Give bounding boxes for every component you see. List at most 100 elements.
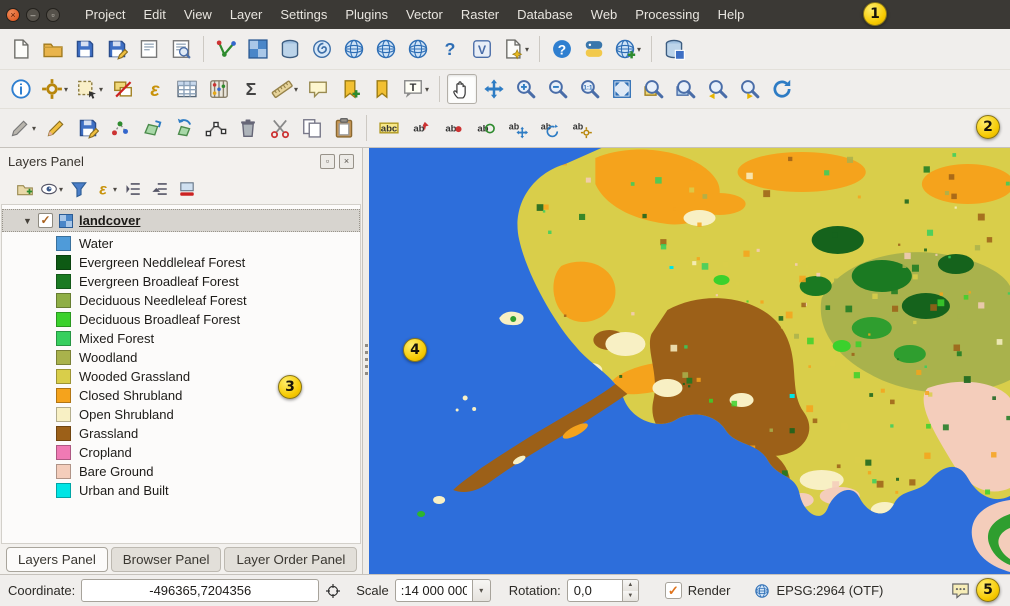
menu-vector[interactable]: Vector [397,0,452,29]
identify-features-button[interactable] [6,74,36,104]
dropdown-arrow-icon[interactable]: ▾ [294,85,298,94]
metasearch-button[interactable]: ▾ [611,34,644,64]
move-feature-button[interactable] [137,113,167,143]
add-vector-layer-button[interactable] [211,34,241,64]
pin-unpin-labels-button[interactable] [406,113,436,143]
new-print-composer-button[interactable] [134,34,164,64]
open-attribute-table-button[interactable] [172,74,202,104]
legend-item[interactable]: Woodland [2,348,360,367]
collapse-all-button[interactable] [147,177,172,202]
filter-by-expression-button[interactable]: ▾ [93,177,118,202]
delete-selected-button[interactable] [233,113,263,143]
menu-web[interactable]: Web [582,0,627,29]
zoom-full-button[interactable] [607,74,637,104]
legend-item[interactable]: Closed Shrubland [2,386,360,405]
layer-checkbox[interactable]: ✓ [38,213,53,228]
mouse-position-toggle-button[interactable] [322,580,344,602]
menu-database[interactable]: Database [508,0,582,29]
rotation-up-button[interactable]: ▲ [623,580,638,591]
menu-raster[interactable]: Raster [452,0,508,29]
menu-plugins[interactable]: Plugins [336,0,397,29]
help-contents-button[interactable] [547,34,577,64]
dropdown-arrow-icon[interactable]: ▾ [32,124,36,133]
scale-dropdown-button[interactable]: ▾ [473,579,491,602]
zoom-in-button[interactable] [511,74,541,104]
legend-item[interactable]: Deciduous Needleleaf Forest [2,291,360,310]
legend-item[interactable]: Water [2,234,360,253]
add-postgis-layer-button[interactable] [275,34,305,64]
move-label-button[interactable] [502,113,532,143]
tab-layers-panel[interactable]: Layers Panel [6,547,108,572]
manage-layer-visibility-button[interactable]: ▾ [39,177,64,202]
db-manager-button[interactable] [659,34,689,64]
legend-item[interactable]: Evergreen Neddleleaf Forest [2,253,360,272]
filter-legend-button[interactable] [66,177,91,202]
change-label-properties-button[interactable] [566,113,596,143]
scale-input[interactable] [395,579,473,602]
dropdown-arrow-icon[interactable]: ▾ [525,45,529,54]
new-shapefile-layer-button[interactable]: ▾ [499,34,532,64]
add-raster-layer-button[interactable] [243,34,273,64]
menu-layer[interactable]: Layer [221,0,272,29]
save-project-as-button[interactable] [102,34,132,64]
add-spatialite-layer-button[interactable] [307,34,337,64]
messages-button[interactable] [948,579,972,603]
add-wms-layer-button[interactable] [339,34,369,64]
new-project-button[interactable] [6,34,36,64]
highlight-labels-button[interactable] [374,113,404,143]
dropdown-arrow-icon[interactable]: ▾ [59,185,63,194]
new-bookmark-button[interactable] [335,74,365,104]
statistical-summary-button[interactable] [236,74,266,104]
refresh-map-button[interactable] [767,74,797,104]
save-project-button[interactable] [70,34,100,64]
map-tips-button[interactable] [303,74,333,104]
dropdown-arrow-icon[interactable]: ▾ [64,85,68,94]
zoom-to-selection-button[interactable] [639,74,669,104]
open-project-button[interactable] [38,34,68,64]
dropdown-arrow-icon[interactable]: ▾ [425,85,429,94]
pan-to-selection-button[interactable] [479,74,509,104]
close-button[interactable]: × [6,8,20,22]
select-by-expression-button[interactable] [140,74,170,104]
dropdown-arrow-icon[interactable]: ▾ [113,185,117,194]
zoom-to-layer-button[interactable] [671,74,701,104]
add-feature-button[interactable] [105,113,135,143]
dropdown-arrow-icon[interactable]: ▾ [637,45,641,54]
layer-item-landcover[interactable]: ▼ ✓ landcover [2,209,360,232]
map-view[interactable] [369,148,1010,574]
crs-status-button[interactable]: EPSG:2964 (OTF) [754,583,883,599]
zoom-native-button[interactable] [575,74,605,104]
menu-help[interactable]: Help [709,0,754,29]
scale-combobox[interactable]: ▾ [395,579,491,602]
field-calculator-button[interactable] [204,74,234,104]
rotation-down-button[interactable]: ▼ [623,591,638,602]
maximize-button[interactable]: ▫ [46,8,60,22]
highlight-pinned-labels-button[interactable] [470,113,500,143]
legend-item[interactable]: Wooded Grassland [2,367,360,386]
panel-close-button[interactable]: × [339,154,354,169]
add-wfs-layer-button[interactable] [403,34,433,64]
measure-button[interactable]: ▾ [268,74,301,104]
node-tool-button[interactable] [201,113,231,143]
zoom-out-button[interactable] [543,74,573,104]
pan-map-button[interactable] [447,74,477,104]
rotate-feature-button[interactable] [169,113,199,143]
tab-browser-panel[interactable]: Browser Panel [111,547,222,572]
add-virtual-layer-button[interactable] [467,34,497,64]
legend-item[interactable]: Deciduous Broadleaf Forest [2,310,360,329]
legend-item[interactable]: Grassland [2,424,360,443]
dropdown-arrow-icon[interactable]: ▾ [99,85,103,94]
add-delimited-text-layer-button[interactable] [435,34,465,64]
add-group-button[interactable] [12,177,37,202]
rotation-input[interactable] [567,579,623,602]
select-features-button[interactable]: ▾ [73,74,106,104]
zoom-last-button[interactable] [703,74,733,104]
paste-features-button[interactable] [329,113,359,143]
menu-processing[interactable]: Processing [626,0,708,29]
tab-layer-order-panel[interactable]: Layer Order Panel [224,547,357,572]
menu-settings[interactable]: Settings [271,0,336,29]
run-feature-action-button[interactable]: ▾ [38,74,71,104]
legend-item[interactable]: Open Shrubland [2,405,360,424]
expand-all-button[interactable] [120,177,145,202]
coordinate-input[interactable] [81,579,319,602]
